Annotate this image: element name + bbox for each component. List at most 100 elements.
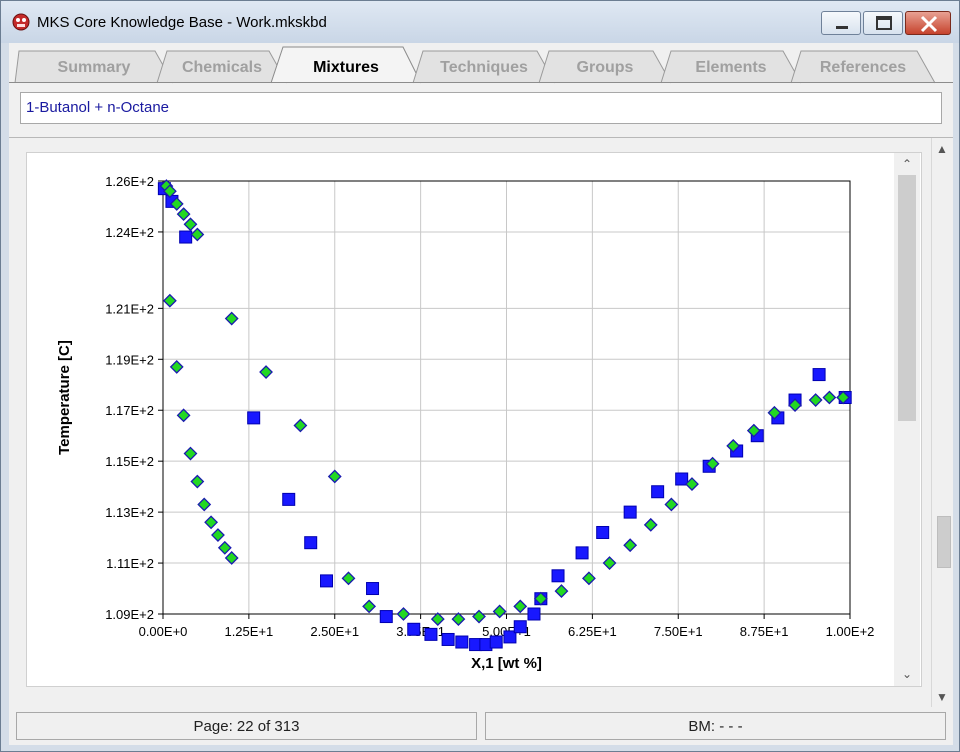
- tab-label: References: [819, 59, 907, 76]
- chart-scroll-thumb[interactable]: [898, 175, 916, 421]
- title-bar[interactable]: MKS Core Knowledge Base - Work.mkskbd: [1, 1, 959, 43]
- square-point: [513, 620, 527, 634]
- tab-techniques[interactable]: Techniques: [412, 50, 556, 84]
- diamond-point: [623, 538, 638, 553]
- square-point: [247, 411, 261, 425]
- diamond-point: [204, 515, 219, 530]
- maximize-button[interactable]: [863, 11, 903, 35]
- x-tick-label: 2.50E+1: [310, 624, 359, 639]
- diamond-point: [582, 571, 596, 586]
- window-title: MKS Core Knowledge Base - Work.mkskbd: [37, 14, 327, 31]
- y-axis-label: Temperature [C]: [56, 340, 73, 455]
- y-tick-label: 1.11E+2: [106, 556, 154, 571]
- minimize-icon: [836, 26, 848, 29]
- app-logo-icon: [12, 13, 30, 31]
- square-point: [366, 582, 380, 596]
- chart-panel: 0.00E+01.25E+12.50E+13.75E+15.00E+16.25E…: [26, 152, 922, 687]
- diamond-point: [190, 227, 205, 242]
- diamond-point: [492, 604, 507, 619]
- page-indicator: Page: 22 of 313: [16, 712, 477, 740]
- y-tick-label: 1.24E+2: [105, 225, 154, 240]
- y-tick-label: 1.13E+2: [105, 505, 154, 520]
- square-point: [379, 610, 393, 624]
- diamond-point: [513, 599, 528, 614]
- bookmark-indicator: BM: - - -: [485, 712, 946, 740]
- x-tick-label: 0.00E+0: [139, 624, 188, 639]
- scatter-chart: 0.00E+01.25E+12.50E+13.75E+15.00E+16.25E…: [56, 174, 875, 672]
- square-point: [320, 574, 334, 588]
- tab-summary[interactable]: Summary: [14, 50, 174, 84]
- maximize-icon: [876, 16, 892, 30]
- client-area: Summary Chemicals Mixtures Techniques Gr…: [9, 43, 953, 745]
- x-tick-label: 1.25E+1: [224, 624, 273, 639]
- diamond-point: [554, 584, 569, 598]
- diamond-point: [190, 474, 205, 489]
- scroll-up-icon[interactable]: ▲: [936, 142, 948, 156]
- square-point: [675, 472, 689, 486]
- y-tick-label: 1.17E+2: [105, 403, 154, 418]
- diamond-point: [362, 599, 377, 614]
- square-point: [651, 485, 665, 499]
- tab-mixtures[interactable]: Mixtures: [270, 46, 422, 84]
- diamond-point: [293, 418, 308, 433]
- diamond-point: [183, 446, 198, 461]
- diamond-point: [217, 540, 232, 555]
- diamond-point: [224, 311, 239, 326]
- diamond-point: [176, 408, 191, 423]
- chart-scroll-down-icon[interactable]: ⌄: [902, 667, 912, 681]
- diamond-point: [643, 517, 658, 532]
- chart-vertical-scrollbar[interactable]: ⌃ ⌄: [894, 153, 920, 686]
- x-tick-label: 3.75E+1: [396, 624, 445, 639]
- tab-label: Techniques: [440, 59, 528, 76]
- outer-vertical-scrollbar[interactable]: ▲ ▼: [931, 138, 953, 707]
- y-tick-label: 1.09E+2: [105, 607, 154, 622]
- square-point: [455, 635, 469, 649]
- diamond-point: [211, 528, 225, 542]
- square-point: [623, 505, 637, 519]
- square-point: [527, 607, 541, 621]
- scroll-down-icon[interactable]: ▼: [936, 690, 948, 704]
- square-point: [282, 492, 296, 506]
- x-axis-label: X,1 [wt %]: [471, 655, 542, 672]
- square-point: [407, 622, 421, 636]
- diamond-point: [259, 365, 273, 379]
- x-tick-label: 1.00E+2: [826, 624, 875, 639]
- diamond-point: [169, 360, 184, 374]
- square-point: [575, 546, 589, 560]
- diamond-point: [664, 497, 679, 512]
- x-tick-label: 6.25E+1: [568, 624, 617, 639]
- tab-bar: Summary Chemicals Mixtures Techniques Gr…: [9, 43, 953, 84]
- square-point: [424, 627, 438, 641]
- mixture-name-field[interactable]: 1-Butanol + n-Octane: [20, 92, 942, 124]
- y-tick-label: 1.19E+2: [105, 352, 154, 367]
- tab-divider: [9, 82, 953, 83]
- diamond-point: [822, 390, 837, 405]
- diamond-point: [327, 469, 342, 484]
- square-point: [304, 536, 318, 550]
- tab-label: Mixtures: [313, 59, 379, 76]
- tab-elements[interactable]: Elements: [660, 50, 802, 84]
- square-point: [179, 230, 193, 244]
- x-tick-label: 8.75E+1: [740, 624, 789, 639]
- tab-label: Elements: [695, 59, 767, 76]
- close-button[interactable]: [905, 11, 951, 35]
- y-tick-label: 1.15E+2: [105, 454, 154, 469]
- tab-chemicals[interactable]: Chemicals: [156, 50, 288, 84]
- diamond-point: [808, 393, 823, 407]
- close-icon: [920, 15, 938, 33]
- status-bar: Page: 22 of 313 BM: - - -: [9, 707, 953, 745]
- diamond-point: [176, 207, 191, 222]
- square-point: [489, 635, 503, 649]
- square-point: [551, 569, 565, 583]
- outer-scroll-thumb[interactable]: [937, 516, 951, 568]
- square-point: [596, 525, 610, 539]
- diamond-point: [162, 293, 177, 308]
- tab-groups[interactable]: Groups: [538, 50, 672, 84]
- diamond-point: [451, 612, 466, 627]
- tab-references[interactable]: References: [790, 50, 936, 84]
- diamond-point: [602, 556, 617, 570]
- diamond-point: [197, 497, 212, 512]
- square-point: [812, 368, 826, 382]
- minimize-button[interactable]: [821, 11, 861, 35]
- chart-scroll-up-icon[interactable]: ⌃: [902, 157, 912, 171]
